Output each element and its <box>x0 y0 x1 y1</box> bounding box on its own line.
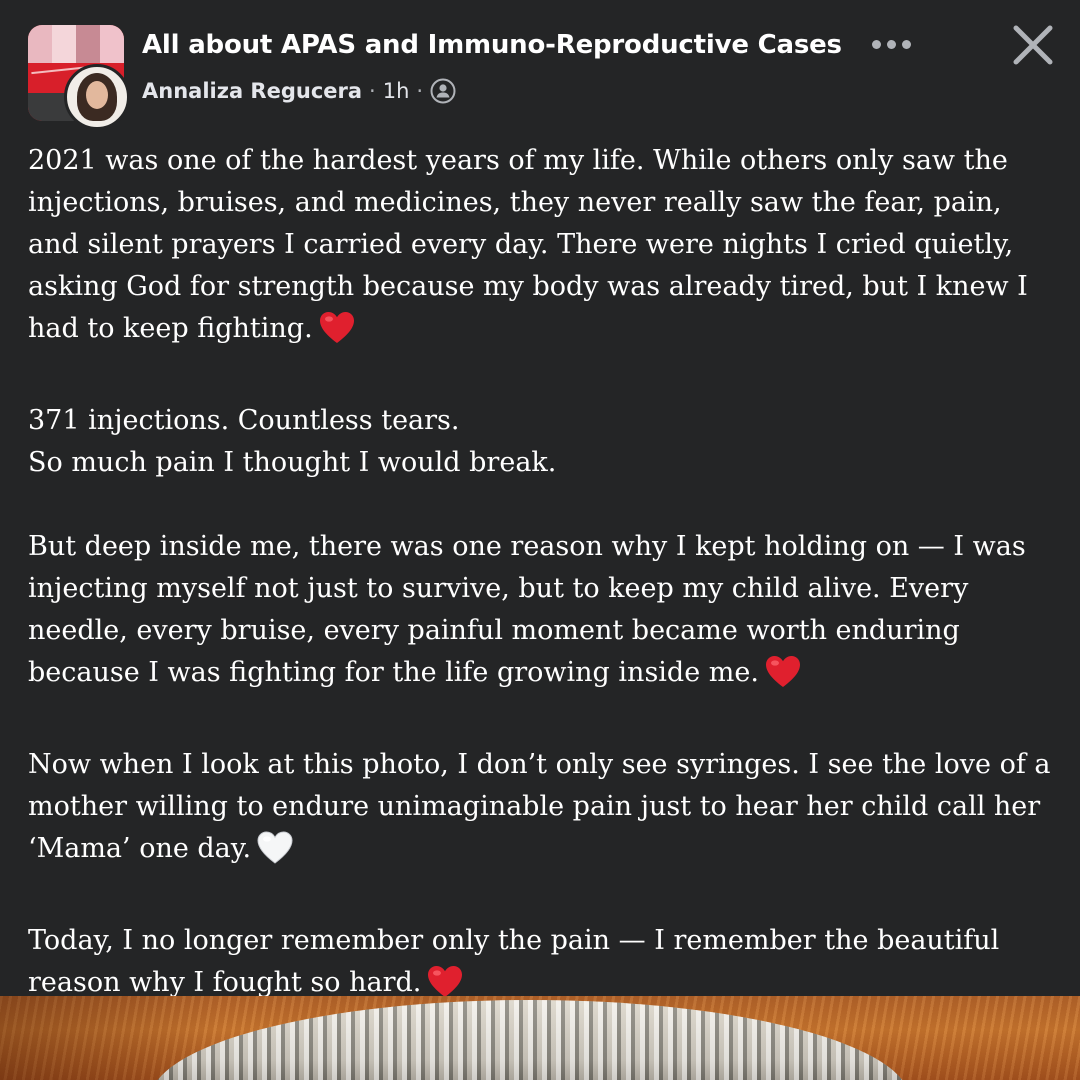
post-meta: Annaliza Regucera · 1h · <box>142 78 456 104</box>
syringe-bundle-image <box>150 1000 910 1080</box>
post-photo[interactable] <box>0 996 1080 1080</box>
group-audience-icon[interactable] <box>430 78 456 104</box>
author-name-link[interactable]: Annaliza Regucera <box>142 79 362 103</box>
post-timestamp[interactable]: 1h <box>383 79 410 103</box>
post-paragraph: 2021 was one of the hardest years of my … <box>28 140 1058 358</box>
group-cover-photos <box>28 25 124 63</box>
paragraph-text: Now when I look at this photo, I don’t o… <box>28 749 1051 864</box>
red-heart-emoji <box>765 655 801 702</box>
paragraph-text: 371 injections. Countless tears. So much… <box>28 405 557 478</box>
group-name-link[interactable]: All about APAS and Immuno-Reproductive C… <box>142 30 842 60</box>
paragraph-text: But deep inside me, there was one reason… <box>28 531 1026 688</box>
paragraph-text: 2021 was one of the hardest years of my … <box>28 145 1028 344</box>
meta-separator: · <box>416 79 424 103</box>
post-paragraph: 371 injections. Countless tears. So much… <box>28 400 1058 484</box>
post-header: All about APAS and Immuno-Reproductive C… <box>0 0 1080 130</box>
white-heart-emoji <box>257 831 293 878</box>
paragraph-text: Today, I no longer remember only the pai… <box>28 925 1000 998</box>
post-paragraph: But deep inside me, there was one reason… <box>28 526 1058 702</box>
syringe-lines <box>150 1000 910 1080</box>
close-icon[interactable] <box>1008 20 1058 70</box>
more-options-icon[interactable] <box>862 26 920 62</box>
post-text: 2021 was one of the hardest years of my … <box>28 140 1058 1012</box>
meta-separator: · <box>369 79 376 103</box>
avatar-face <box>86 81 108 109</box>
author-avatar[interactable] <box>64 64 130 130</box>
post-paragraph: Now when I look at this photo, I don’t o… <box>28 744 1058 878</box>
red-heart-emoji <box>319 311 355 358</box>
